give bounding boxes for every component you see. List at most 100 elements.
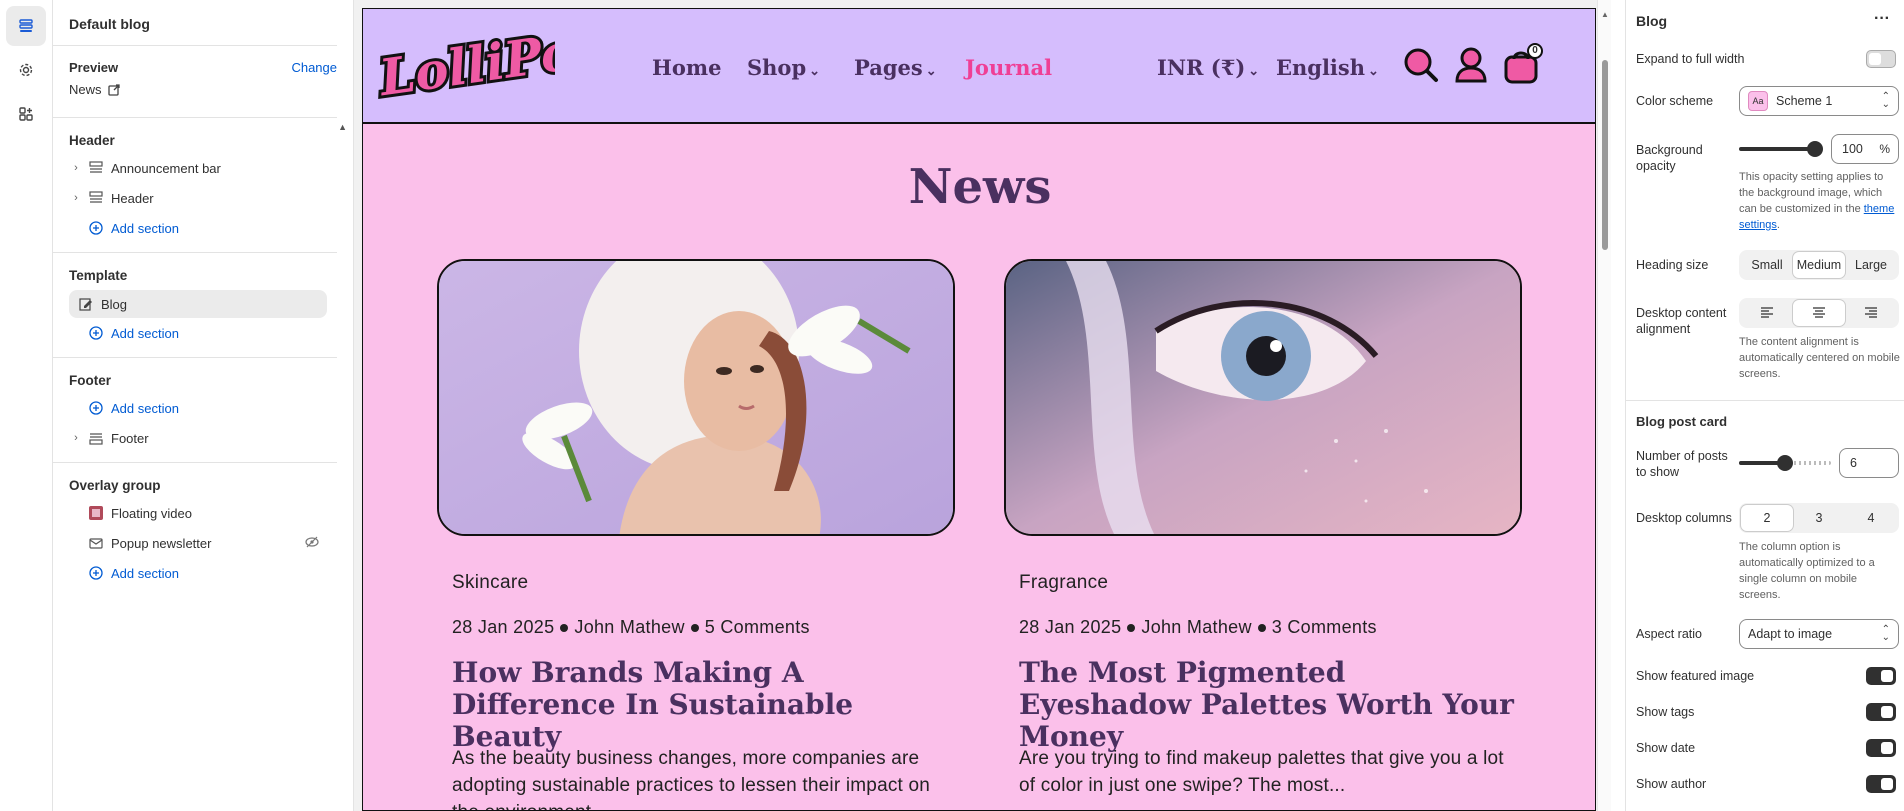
columns-2[interactable]: 2 (1741, 505, 1793, 531)
meta-separator (560, 623, 569, 632)
section-label: Popup newsletter (111, 535, 212, 551)
store-logo[interactable]: LolliPop LolliPop (371, 14, 615, 111)
collapse-up-icon[interactable]: ▲ (338, 122, 347, 132)
apps-icon[interactable] (6, 94, 46, 134)
section-popup-newsletter[interactable]: Popup newsletter (69, 529, 327, 557)
scrollbar-thumb[interactable] (1602, 60, 1608, 250)
align-center-icon[interactable] (1793, 300, 1845, 326)
color-scheme-label: Color scheme (1636, 94, 1714, 108)
cart-count-badge: 0 (1527, 43, 1543, 59)
nav-shop-label: Shop (747, 55, 807, 80)
heading-size-segmented: Small Medium Large (1739, 250, 1899, 280)
chevron-down-icon: ⌄ (809, 64, 821, 79)
post-excerpt: As the beauty business changes, more com… (452, 748, 931, 810)
show-date-toggle[interactable] (1866, 739, 1896, 757)
gear-icon[interactable] (6, 50, 46, 90)
bg-opacity-slider[interactable] (1739, 141, 1823, 157)
show-author-toggle[interactable] (1866, 775, 1896, 793)
divider (53, 45, 337, 46)
posts-to-show-slider[interactable] (1739, 455, 1793, 471)
section-header[interactable]: › Header (69, 184, 327, 212)
align-left-icon[interactable] (1741, 300, 1793, 326)
preview-page[interactable]: News (69, 82, 120, 97)
language-label: English (1276, 55, 1366, 80)
post-meta: 28 Jan 2025 John Mathew 5 Comments (452, 617, 810, 638)
edit-page-icon (79, 297, 93, 311)
plus-circle-icon (89, 221, 103, 235)
search-icon[interactable] (1403, 47, 1439, 86)
bg-opacity-input[interactable]: 100% (1831, 134, 1899, 164)
post-category[interactable]: Skincare (452, 572, 528, 594)
show-tags-toggle[interactable] (1866, 703, 1896, 721)
divider (1626, 400, 1904, 401)
post-meta: 28 Jan 2025 John Mathew 3 Comments (1019, 617, 1377, 638)
color-scheme-select[interactable]: Aa Scheme 1 ⌃ ⌄ (1739, 86, 1899, 116)
hidden-eye-icon[interactable] (305, 535, 319, 552)
heading-size-medium[interactable]: Medium (1793, 252, 1845, 278)
post-title[interactable]: The Most Pigmented Eyeshadow Palettes Wo… (1019, 657, 1519, 753)
heading-size-small[interactable]: Small (1741, 252, 1793, 278)
post-featured-image[interactable] (1004, 259, 1522, 536)
nav-home[interactable]: Home (652, 55, 721, 80)
aspect-ratio-select[interactable]: Adapt to image ⌃ ⌄ (1739, 619, 1899, 649)
store-header: LolliPop LolliPop Home Shop ⌄ Pages ⌄ Jour… (363, 9, 1595, 124)
nav-pages[interactable]: Pages ⌄ (854, 55, 937, 80)
account-icon[interactable] (1454, 47, 1488, 86)
nav-journal[interactable]: Journal (965, 55, 1052, 80)
add-section-label: Add section (111, 220, 179, 236)
currency-selector[interactable]: INR (₹) ⌄ (1157, 55, 1259, 80)
columns-3[interactable]: 3 (1793, 505, 1845, 531)
posts-to-show-label: Number of posts to show (1636, 449, 1728, 479)
post-author: John Mathew (574, 617, 685, 637)
sections-icon[interactable] (6, 6, 46, 46)
slider-knob[interactable] (1807, 141, 1823, 157)
section-footer[interactable]: › Footer (69, 424, 327, 452)
show-featured-image-toggle[interactable] (1866, 667, 1896, 685)
posts-to-show-input[interactable]: 6 (1839, 448, 1899, 478)
content-alignment-help: The content alignment is automatically c… (1739, 336, 1900, 380)
slider-knob[interactable] (1777, 455, 1793, 471)
plus-circle-icon (89, 326, 103, 340)
columns-4[interactable]: 4 (1845, 505, 1897, 531)
expand-full-width-toggle[interactable] (1866, 50, 1896, 68)
aspect-ratio-label: Aspect ratio (1636, 627, 1703, 641)
cart-icon[interactable]: 0 (1504, 43, 1543, 88)
scheme-swatch: Aa (1748, 91, 1768, 111)
section-floating-video[interactable]: Floating video (69, 499, 327, 527)
post-category[interactable]: Fragrance (1019, 572, 1108, 594)
divider (53, 462, 337, 463)
divider (53, 357, 337, 358)
section-icon (89, 431, 103, 445)
section-icon (89, 191, 103, 205)
chevron-right-icon[interactable]: › (69, 162, 83, 174)
bg-opacity-help-text: This opacity setting applies to the back… (1739, 171, 1884, 215)
change-preview-link[interactable]: Change (291, 60, 337, 75)
chevron-right-icon[interactable]: › (69, 192, 83, 204)
store-preview: LolliPop LolliPop Home Shop ⌄ Pages ⌄ Jour… (362, 8, 1596, 811)
add-section-template[interactable]: Add section (69, 319, 327, 347)
add-section-footer[interactable]: Add section (69, 394, 327, 422)
align-right-icon[interactable] (1845, 300, 1897, 326)
section-label: Floating video (111, 505, 192, 521)
more-options-icon[interactable]: ··· (1874, 10, 1890, 28)
scroll-up-icon[interactable]: ▲ (1601, 10, 1609, 19)
preview-scrollbar[interactable]: ▲ (1597, 0, 1611, 811)
language-selector[interactable]: English ⌄ (1276, 55, 1379, 80)
nav-shop[interactable]: Shop ⌄ (747, 55, 820, 80)
add-section-header[interactable]: Add section (69, 214, 327, 242)
section-announcement-bar[interactable]: › Announcement bar (69, 154, 327, 182)
post-featured-image[interactable] (437, 259, 955, 536)
template-title: Default blog (69, 16, 150, 32)
add-section-overlay[interactable]: Add section (69, 559, 327, 587)
bg-opacity-value: 100 (1842, 142, 1863, 156)
overlay-group-label: Overlay group (69, 478, 161, 493)
section-blog[interactable]: Blog (69, 290, 327, 318)
aspect-ratio-value: Adapt to image (1748, 627, 1833, 641)
heading-size-large[interactable]: Large (1845, 252, 1897, 278)
post-title[interactable]: How Brands Making A Difference In Sustai… (452, 657, 952, 753)
add-section-label: Add section (111, 400, 179, 416)
plus-circle-icon (89, 566, 103, 580)
toggle-label: Show featured image (1636, 669, 1755, 683)
chevron-right-icon[interactable]: › (69, 432, 83, 444)
page-title: News (908, 159, 1052, 215)
